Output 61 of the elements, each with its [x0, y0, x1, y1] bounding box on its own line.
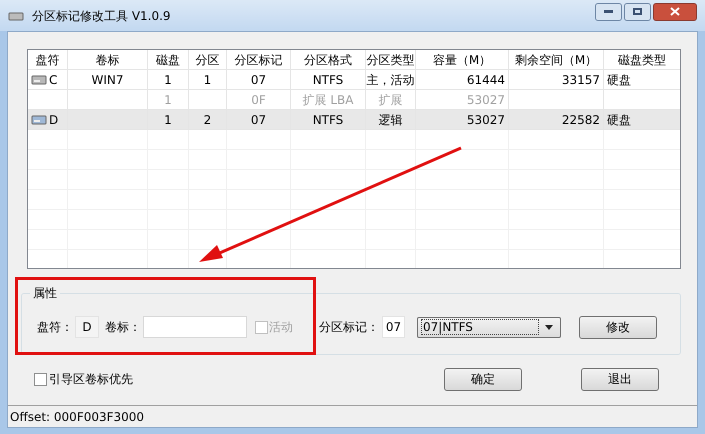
column-header[interactable]: 分区标记	[227, 50, 291, 69]
mark-label: 分区标记：	[319, 319, 379, 336]
checkbox[interactable]	[34, 372, 47, 386]
push-button[interactable]: 修改	[579, 316, 657, 338]
table-cell-text: NTFS	[312, 112, 344, 128]
active-label: 活动	[269, 319, 293, 336]
column-header[interactable]: 容量（M）	[416, 50, 509, 69]
table-cell-text: 扩展	[378, 92, 402, 108]
table-cell-text: 22582	[562, 112, 600, 128]
table-cell-text: WIN7	[91, 72, 124, 88]
drive-value: D	[75, 316, 99, 338]
table-cell-text: 1	[204, 72, 212, 88]
close-icon	[670, 7, 680, 16]
table-cell-text: 61444	[466, 72, 505, 88]
table-cell-text: 1	[164, 92, 172, 108]
table-cell-text: 07	[250, 112, 266, 128]
table-cell-text: 硬盘	[607, 72, 631, 88]
maximize-button[interactable]	[624, 2, 651, 20]
window-title: 分区标记修改工具 V1.0.9	[32, 8, 171, 24]
table-cell-text: 逻辑	[378, 112, 402, 128]
table-cell-text: 主，活动	[366, 72, 414, 88]
minimize-button[interactable]	[595, 2, 622, 20]
table-cell-text: NTFS	[312, 72, 344, 88]
push-button[interactable]: 退出	[581, 368, 659, 390]
table-cell-text: 硬盘	[607, 112, 631, 128]
column-header[interactable]: 磁盘	[148, 50, 189, 69]
volume-input[interactable]	[143, 316, 247, 338]
close-button[interactable]	[653, 2, 697, 20]
table-cell-text: 33157	[562, 72, 600, 88]
drive-label: 盘符：	[37, 319, 73, 336]
mark-input[interactable]: 07	[382, 316, 405, 338]
column-header[interactable]: 剩余空间（M）	[509, 50, 604, 69]
table-cell-text: 扩展 LBA	[302, 92, 354, 108]
table-cell-text: 53027	[466, 92, 505, 108]
table-cell-text: 53027	[466, 112, 505, 128]
group-title: 属性	[30, 285, 60, 301]
drive-icon	[31, 74, 47, 86]
app-icon	[8, 10, 24, 22]
push-button[interactable]: 确定	[444, 368, 522, 390]
drive-icon	[31, 114, 47, 126]
table-cell-text: 1	[164, 112, 172, 128]
table-cell-text: 07	[250, 72, 266, 88]
column-header[interactable]: 磁盘类型	[604, 50, 680, 69]
column-header[interactable]: 分区类型	[366, 50, 416, 69]
table-row[interactable]: D 1 2 07 NTFS 逻辑 53027 22582 硬盘	[28, 110, 680, 130]
table-cell-text: D	[49, 112, 58, 128]
column-header[interactable]: 分区	[189, 50, 227, 69]
table-row[interactable]: C WIN7 1 1 07 NTFS 主，活动 61444 33157 硬盘	[28, 70, 680, 90]
table-cell-text: 1	[164, 72, 172, 88]
table-cell-text: C	[49, 72, 58, 88]
caret-icon	[545, 324, 553, 330]
format-dropdown[interactable]: 07|NTFS	[417, 316, 561, 338]
table-cell-text: 0F	[251, 92, 266, 108]
table-cell-text: 2	[204, 112, 212, 128]
status-text: Offset: 000F003F3000	[10, 408, 144, 426]
column-header[interactable]: 分区格式	[291, 50, 366, 69]
boot-option-label: 引导区卷标优先	[49, 371, 133, 388]
dropdown-value: 07|NTFS	[421, 319, 539, 335]
volume-label: 卷标：	[105, 319, 141, 336]
column-header[interactable]: 卷标	[68, 50, 148, 69]
column-header[interactable]: 盘符	[28, 50, 68, 69]
